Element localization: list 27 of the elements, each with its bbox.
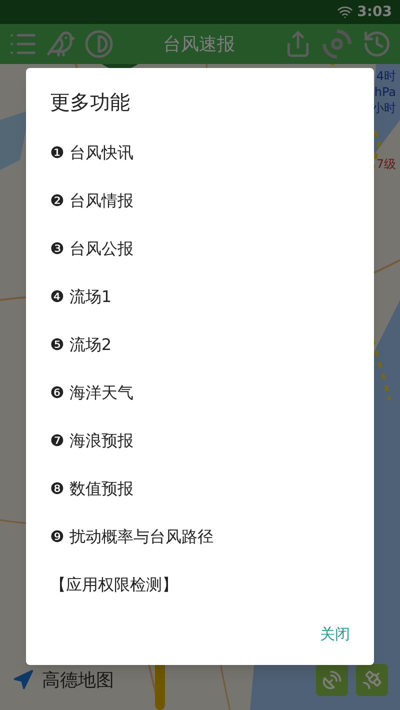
menu-item[interactable]: ❸ 台风公报 [26, 225, 374, 273]
menu-item[interactable]: ❷ 台风情报 [26, 177, 374, 225]
bird-icon[interactable] [46, 29, 76, 59]
legend-label: 7级 [376, 156, 396, 172]
legend-label: 4时 [376, 68, 396, 84]
menu-item[interactable]: 【应用权限检测】 [26, 561, 374, 609]
menu-item[interactable]: ❺ 流场2 [26, 321, 374, 369]
menu-item[interactable]: ❾ 扰动概率与台风路径 [26, 513, 374, 561]
dialog-title: 更多功能 [50, 89, 131, 116]
legend-label: hPa [374, 84, 396, 100]
menu-item[interactable]: ❶ 台风快讯 [26, 129, 374, 177]
menu-item[interactable]: ❹ 流场1 [26, 273, 374, 321]
menu-item[interactable]: ❻ 海洋天气 [26, 369, 374, 417]
half-circle-icon[interactable] [84, 29, 114, 59]
wifi-icon [337, 4, 354, 20]
menu-item[interactable]: ❼ 海浪预报 [26, 417, 374, 465]
satellite-button[interactable] [356, 664, 388, 696]
navigation-icon[interactable] [12, 669, 34, 691]
window-title: 台风速报 [162, 32, 236, 56]
map-attribution: 高德地图 [42, 668, 114, 692]
satellite-icon [361, 669, 383, 691]
satellite-dish-icon [321, 669, 343, 691]
history-icon[interactable] [362, 29, 392, 59]
satellite-dish-button[interactable] [316, 664, 348, 696]
menu-item[interactable]: ❽ 数值预报 [26, 465, 374, 513]
clock: 3:03 [357, 3, 392, 22]
typhoon-icon[interactable] [320, 27, 354, 61]
